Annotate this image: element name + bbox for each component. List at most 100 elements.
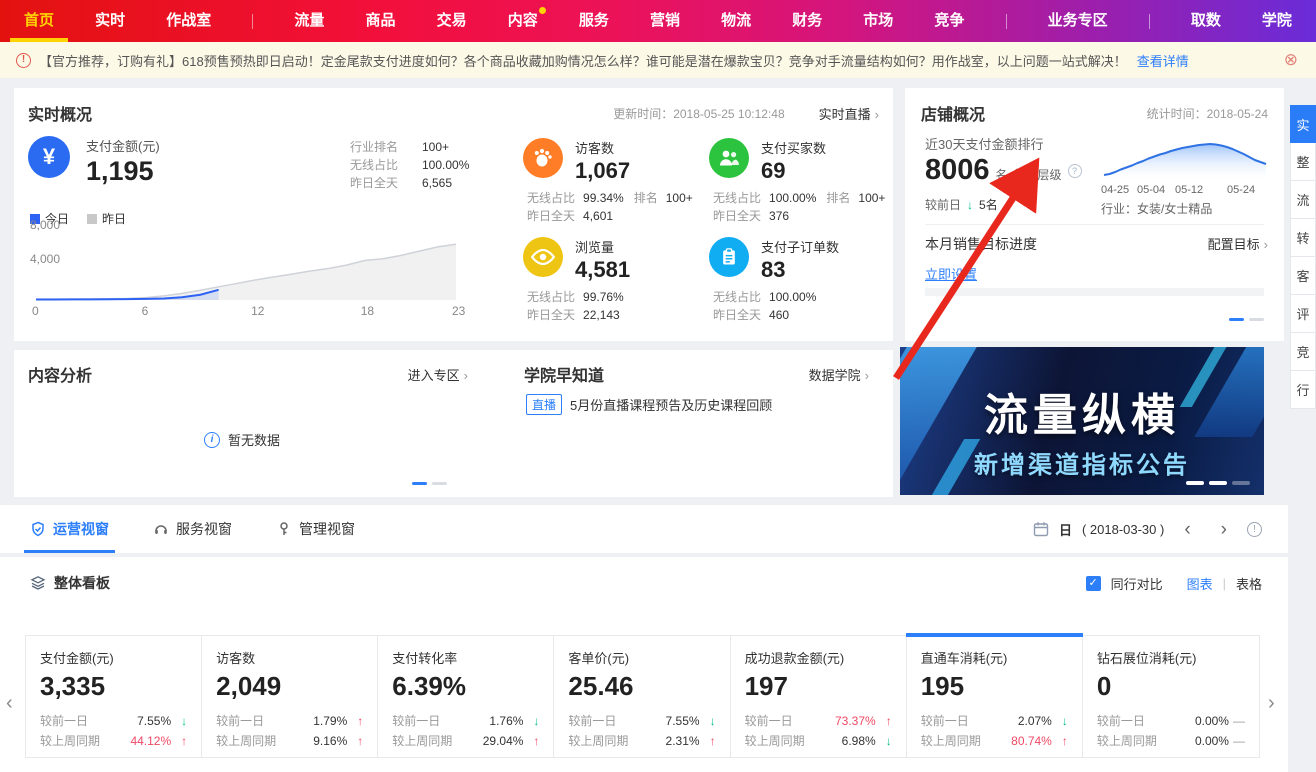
kpi-card-3[interactable]: 客单价(元) 25.46 较前一日7.55%↓较上周同期2.31%↑ [554,636,730,757]
next-date-button[interactable]: › [1211,520,1237,539]
nav-item-8[interactable]: 服务 [579,0,609,42]
x-tick: 04-25 [1101,184,1129,196]
metric-value: 1,067 [575,158,630,184]
notice-detail-link[interactable]: 查看详情 [1137,51,1189,70]
nav-item-7[interactable]: 内容 [508,0,538,42]
nav-item-1[interactable]: 实时 [95,0,125,42]
calendar-icon[interactable] [1033,521,1049,537]
stat-row: 昨日全天6,565 [350,174,481,192]
overall-board: 整体看板 ✓ 同行对比 图表 | 表格 支付金额(元) 3,335 较前一日7.… [0,557,1288,772]
suborders-icon [709,237,749,277]
kpi-card-4[interactable]: 成功退款金额(元) 197 较前一日73.37%↑较上周同期6.98%↓ [731,636,907,757]
nav-item-13[interactable]: 竞争 [934,0,964,42]
stat-row: 无线占比100.00% [350,156,481,174]
realtime-overview-card: 实时概况 更新时间：2018-05-25 10:12:48 实时直播› ¥ 支付… [14,88,893,341]
metric-2: 浏览量 4,581 无线占比99.76%昨日全天22,143 [523,237,709,336]
academy-link[interactable]: 数据学院› [809,365,869,384]
nav-item-15[interactable]: 业务专区 [1048,0,1108,42]
flat-arrow-icon: — [1229,711,1245,731]
nav-item-6[interactable]: 交易 [437,0,467,42]
nav-item-10[interactable]: 物流 [721,0,751,42]
peer-compare-checkbox[interactable]: ✓ [1086,576,1101,591]
banner-title: 流量纵横 [900,379,1264,443]
yen-icon: ¥ [28,136,70,178]
kpi-card-0[interactable]: 支付金额(元) 3,335 较前一日7.55%↓较上周同期44.12%↑ [26,636,202,757]
date-value[interactable]: ( 2018-03-30 ) [1082,522,1164,537]
kpi-card-6[interactable]: 钻石展位消耗(元) 0 较前一日0.00%—较上周同期0.00%— [1083,636,1259,757]
shop-overview-card: 店铺概况 统计时间：2018-05-24 近30天支付金额排行 8006 名 第… [905,88,1284,341]
kpi-compare-row: 较上周同期6.98%↓ [745,731,892,751]
prev-date-button[interactable]: ‹ [1174,520,1200,539]
tab-management-view[interactable]: 管理视窗 [276,505,355,553]
quick-side-nav: 实整流转客评竞行 [1290,105,1316,409]
carousel-prev-icon[interactable]: ‹ [6,692,13,715]
nav-item-2[interactable]: 作战室 [166,0,211,42]
nav-item-9[interactable]: 营销 [650,0,680,42]
kpi-card-1[interactable]: 访客数 2,049 较前一日1.79%↑较上周同期9.16%↑ [202,636,378,757]
nav-item-18[interactable]: 学院 [1262,0,1292,42]
promo-banner[interactable]: 流量纵横 新增渠道指标公告 [900,347,1264,495]
flat-arrow-icon: — [1229,731,1245,751]
side-nav-item-7[interactable]: 行 [1290,371,1316,409]
main-metric-value: 1,195 [86,156,160,187]
side-nav-item-2[interactable]: 流 [1290,181,1316,219]
live-link[interactable]: 实时直播› [819,104,879,123]
view-tabs-bar: 运营视窗 服务视窗 管理视窗 日 ( 2018-03-30 ) ‹ › ! [0,505,1288,553]
nav-item-17[interactable]: 取数 [1191,0,1221,42]
x-tick: 05-24 [1227,184,1255,196]
kpi-card-2[interactable]: 支付转化率 6.39% 较前一日1.76%↓较上周同期29.04%↑ [378,636,554,757]
down-arrow-icon: ↓ [523,711,539,731]
side-nav-item-6[interactable]: 竞 [1290,333,1316,371]
down-arrow-icon: ↓ [171,711,187,731]
content-academy-card: 内容分析 进入专区› i 暂无数据 学院早知道 数据学院› 直播 5月份直播课程… [14,350,893,497]
rank-level: 第二层级 [1014,166,1062,183]
banner-pagination[interactable] [1186,481,1250,485]
kpi-card-5[interactable]: 直通车消耗(元) 195 较前一日2.07%↓较上周同期80.74%↑ [907,636,1083,757]
kpi-title: 支付转化率 [392,648,539,667]
goal-title: 本月销售目标进度 [925,234,1037,254]
chart-toggle[interactable]: 图表 [1187,574,1213,593]
kpi-compare-row: 较前一日7.55%↓ [568,711,715,731]
goal-setup-link[interactable]: 立即设置 [925,264,977,283]
metric-stat-row: 无线占比100.00% [713,288,895,306]
main-metric: ¥ 支付金额(元) 1,195 [28,136,160,187]
side-nav-item-4[interactable]: 客 [1290,257,1316,295]
x-tick: 18 [361,304,374,318]
close-icon[interactable]: ⊗ [1284,51,1298,68]
nav-item-0[interactable]: 首页 [24,0,54,42]
content-pagination[interactable] [412,482,447,485]
x-tick: 6 [142,304,149,318]
info-circle-icon[interactable]: ! [1247,522,1262,537]
academy-item[interactable]: 直播 5月份直播课程预告及历史课程回顾 [526,394,772,415]
up-arrow-icon: ↑ [347,711,363,731]
tab-service-view[interactable]: 服务视窗 [153,505,232,553]
headset-icon [153,521,169,537]
side-nav-item-5[interactable]: 评 [1290,295,1316,333]
prev-change: 5名 [979,196,998,213]
down-arrow-icon: ↓ [876,731,892,751]
shop-pagination[interactable] [1229,318,1264,321]
date-granularity[interactable]: 日 [1059,520,1072,539]
x-tick: 12 [251,304,264,318]
nav-item-5[interactable]: 商品 [366,0,396,42]
nav-item-11[interactable]: 财务 [792,0,822,42]
nav-item-12[interactable]: 市场 [863,0,893,42]
side-nav-item-3[interactable]: 转 [1290,219,1316,257]
goal-config-link[interactable]: 配置目标› [1208,234,1268,254]
academy-panel: 学院早知道 数据学院› 直播 5月份直播课程预告及历史课程回顾 [510,350,893,497]
academy-title: 学院早知道 [524,362,604,386]
key-icon [276,521,292,537]
side-nav-item-1[interactable]: 整 [1290,143,1316,181]
carousel-next-icon[interactable]: › [1268,692,1275,715]
rank-value: 8006 [925,154,990,187]
kpi-title: 钻石展位消耗(元) [1097,648,1245,667]
metric-label: 支付子订单数 [761,237,839,256]
question-icon[interactable]: ? [1068,164,1082,178]
metric-stat-row: 昨日全天376 [713,207,895,225]
side-nav-item-0[interactable]: 实 [1290,105,1316,143]
tab-operations-view[interactable]: 运营视窗 [30,505,109,553]
table-toggle[interactable]: 表格 [1236,574,1262,593]
nav-item-4[interactable]: 流量 [294,0,324,42]
live-badge: 直播 [526,394,562,415]
enter-zone-link[interactable]: 进入专区› [408,365,468,384]
